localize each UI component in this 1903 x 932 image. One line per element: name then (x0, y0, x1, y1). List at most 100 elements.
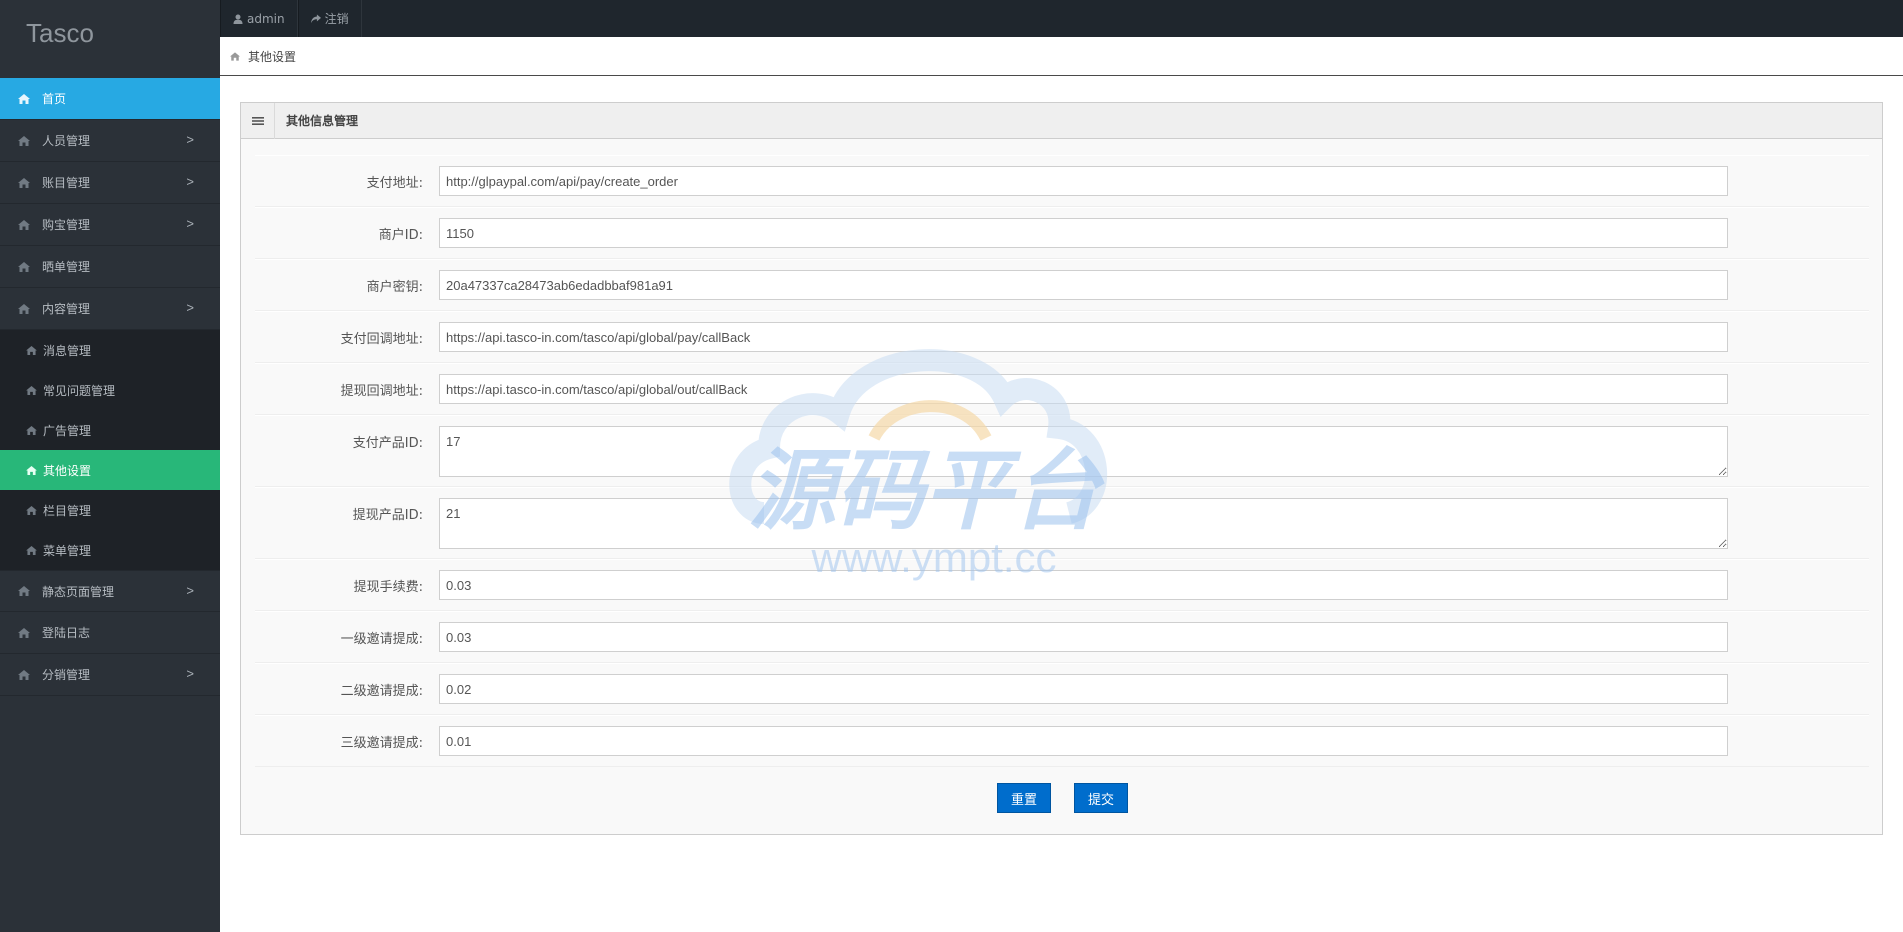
form-row: 支付产品ID: 17 (255, 415, 1869, 487)
sidebar-item-content[interactable]: 内容管理 > (0, 288, 220, 330)
sidebar-submenu-content: 消息管理 常见问题管理 广告管理 其他设置 栏目管理 菜单管理 (0, 330, 220, 570)
chevron-right-icon: > (186, 216, 194, 231)
sidebar-item-label: 分销管理 (42, 668, 91, 682)
sidebar-item-label: 晒单管理 (42, 260, 91, 274)
sidebar-subitem-label: 栏目管理 (43, 503, 92, 518)
settings-form: 支付地址: 商户ID: 商户密钥: 支付回调地址: 提现回调地址: 支付产品ID… (255, 155, 1869, 767)
pay-url-label: 支付地址: (366, 175, 423, 191)
merchant-id-input[interactable] (439, 218, 1728, 248)
sidebar-subitem-faq[interactable]: 常见问题管理 (0, 370, 220, 410)
submit-button[interactable]: 提交 (1074, 783, 1128, 813)
sidebar-item-label: 静态页面管理 (42, 584, 115, 599)
form-row: 提现回调地址: (255, 363, 1869, 415)
pay-product-id-textarea[interactable]: 17 (439, 426, 1728, 477)
logout-label: 注销 (324, 12, 349, 26)
sidebar-subitem-label: 消息管理 (43, 343, 92, 358)
chevron-right-icon: > (186, 666, 194, 681)
home-icon (18, 93, 30, 104)
home-icon (18, 303, 30, 314)
merchant-id-label: 商户ID: (378, 227, 423, 243)
chevron-right-icon: > (186, 132, 194, 147)
form-row: 一级邀请提成: (255, 611, 1869, 663)
level2-commission-input[interactable] (439, 674, 1728, 704)
chevron-right-icon: > (186, 174, 194, 189)
form-row: 商户ID: (255, 207, 1869, 259)
breadcrumb-current[interactable]: 其他设置 (248, 48, 296, 65)
merchant-key-input[interactable] (439, 270, 1728, 300)
breadcrumb: 其他设置 (220, 37, 1903, 76)
sidebar-item-label: 人员管理 (42, 134, 91, 148)
home-icon (26, 545, 37, 555)
withdraw-product-id-textarea[interactable]: 21 (439, 498, 1728, 549)
level3-commission-input[interactable] (439, 726, 1728, 756)
sidebar-item-distribution[interactable]: 分销管理 > (0, 654, 220, 696)
form-row: 支付回调地址: (255, 311, 1869, 363)
pay-callback-label: 支付回调地址: (340, 331, 423, 347)
sidebar-item-accounts[interactable]: 账目管理 > (0, 162, 220, 204)
pay-product-id-label: 支付产品ID: (352, 436, 423, 451)
home-icon (26, 345, 37, 355)
sidebar-item-staff[interactable]: 人员管理 > (0, 120, 220, 162)
merchant-key-label: 商户密钥: (366, 279, 423, 295)
form-row: 二级邀请提成: (255, 663, 1869, 715)
reset-button[interactable]: 重置 (997, 783, 1051, 813)
home-icon (18, 669, 30, 680)
share-icon (310, 13, 321, 24)
top-navbar: admin 注销 (220, 0, 1903, 37)
sidebar-item-static-pages[interactable]: 静态页面管理 > (0, 570, 220, 612)
level2-commission-label: 二级邀请提成: (340, 683, 423, 699)
home-icon (26, 425, 37, 435)
sidebar-item-label: 登陆日志 (42, 626, 91, 640)
withdraw-fee-label: 提现手续费: (353, 579, 423, 595)
withdraw-fee-input[interactable] (439, 570, 1728, 600)
home-icon (26, 385, 37, 395)
logout-button[interactable]: 注销 (297, 0, 362, 37)
sidebar-item-label: 内容管理 (42, 302, 91, 316)
form-actions: 重置 提交 (241, 783, 1884, 823)
list-icon (241, 102, 275, 139)
sidebar-item-label: 购宝管理 (42, 218, 91, 232)
level3-commission-label: 三级邀请提成: (340, 735, 423, 751)
sidebar-subitem-other-settings[interactable]: 其他设置 (0, 450, 220, 490)
form-row: 三级邀请提成: (255, 715, 1869, 767)
sidebar-item-showcase[interactable]: 晒单管理 (0, 246, 220, 288)
panel-header: 其他信息管理 (241, 102, 1882, 139)
home-icon (26, 465, 37, 475)
withdraw-callback-input[interactable] (439, 374, 1728, 404)
sidebar-subitem-label: 常见问题管理 (43, 383, 116, 398)
form-row: 支付地址: (255, 155, 1869, 207)
home-icon (18, 177, 30, 188)
sidebar-subitem-messages[interactable]: 消息管理 (0, 330, 220, 370)
sidebar-item-label: 首页 (42, 92, 67, 106)
sidebar-subitem-label: 菜单管理 (43, 543, 92, 558)
form-row: 提现产品ID: 21 (255, 487, 1869, 559)
sidebar-item-login-log[interactable]: 登陆日志 (0, 612, 220, 654)
home-icon (18, 135, 30, 146)
chevron-right-icon: > (186, 583, 194, 598)
home-icon (230, 51, 240, 61)
home-icon (18, 627, 30, 638)
sidebar-subitem-columns[interactable]: 栏目管理 (0, 490, 220, 530)
sidebar-subitem-label: 广告管理 (43, 423, 92, 438)
sidebar-subitem-label: 其他设置 (43, 463, 92, 478)
user-name: admin (247, 11, 285, 26)
home-icon (26, 505, 37, 515)
settings-panel: 其他信息管理 支付地址: 商户ID: 商户密钥: 支付回调地址: 提现回调地址: (240, 102, 1883, 835)
pay-url-input[interactable] (439, 166, 1728, 196)
chevron-right-icon: > (186, 300, 194, 315)
sidebar-subitem-ads[interactable]: 广告管理 (0, 410, 220, 450)
user-menu-button[interactable]: admin (220, 0, 298, 37)
sidebar-menu: 首页 人员管理 > 账目管理 > 购宝管理 > 晒单管理 内容管理 > 消息管理… (0, 78, 220, 696)
withdraw-callback-label: 提现回调地址: (340, 383, 423, 399)
home-icon (18, 261, 30, 272)
sidebar-item-purchase[interactable]: 购宝管理 > (0, 204, 220, 246)
home-icon (18, 219, 30, 230)
sidebar-subitem-menus[interactable]: 菜单管理 (0, 530, 220, 570)
pay-callback-input[interactable] (439, 322, 1728, 352)
form-row: 提现手续费: (255, 559, 1869, 611)
level1-commission-input[interactable] (439, 622, 1728, 652)
panel-title: 其他信息管理 (286, 114, 359, 128)
withdraw-product-id-label: 提现产品ID: (352, 508, 423, 523)
form-row: 商户密钥: (255, 259, 1869, 311)
sidebar-item-home[interactable]: 首页 (0, 78, 220, 120)
